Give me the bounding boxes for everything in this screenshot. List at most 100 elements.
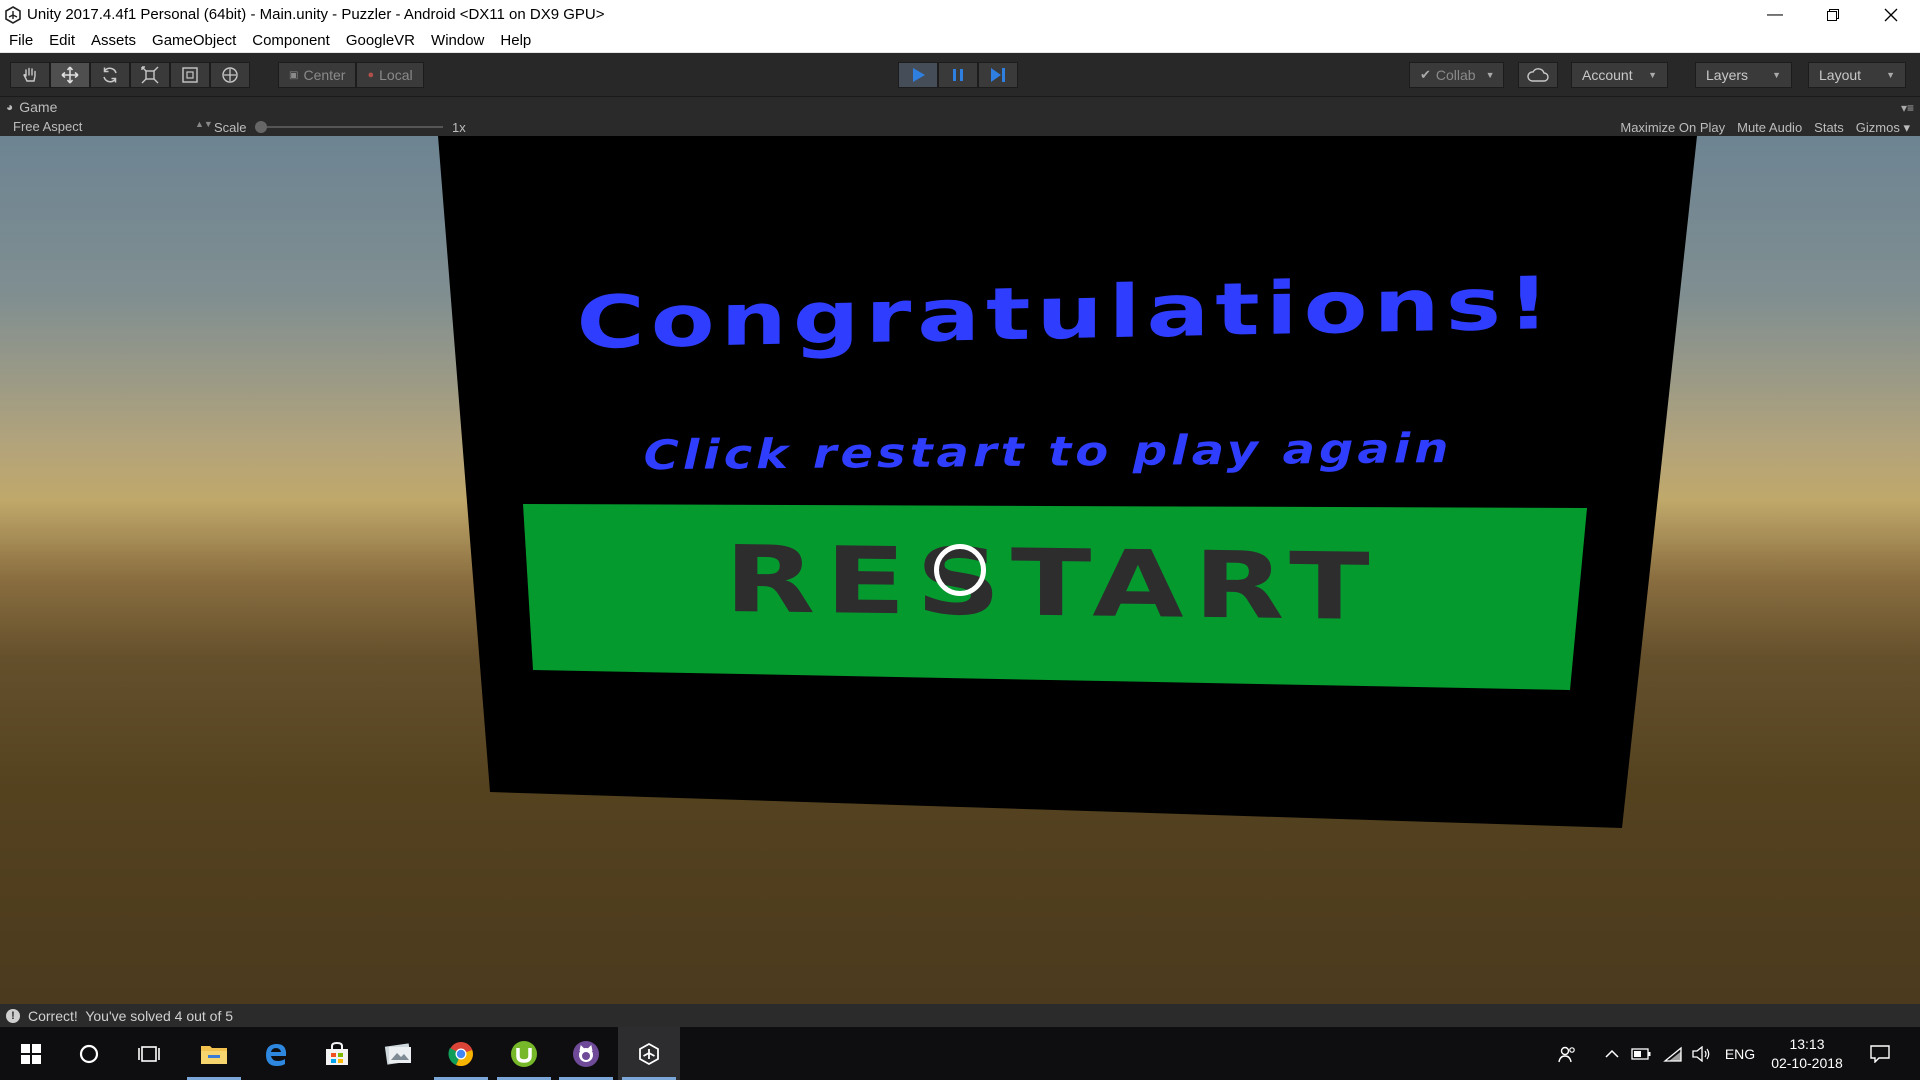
main-toolbar: ▣ Center ● Local ✔ Collab ▼ Account ▼ La… <box>0 53 1920 96</box>
task-view-button[interactable] <box>118 1027 180 1080</box>
volume-button[interactable] <box>1688 1027 1714 1080</box>
game-panel-header: ◕ Game ▾≡ Free Aspect ▲▼ Scale 1x Maximi… <box>0 96 1920 136</box>
people-icon <box>1558 1046 1575 1062</box>
panel-background <box>438 136 1697 828</box>
pivot-center-button[interactable]: ▣ Center <box>278 62 357 88</box>
photos-icon <box>384 1042 412 1065</box>
rect-tool-button[interactable] <box>170 62 210 88</box>
transform-tool-button[interactable] <box>210 62 250 88</box>
menu-assets[interactable]: Assets <box>83 29 144 53</box>
rotate-tool-button[interactable] <box>90 62 130 88</box>
utorrent-icon <box>511 1040 537 1067</box>
scale-slider-thumb[interactable] <box>255 121 267 133</box>
layers-dropdown[interactable]: Layers ▼ <box>1695 62 1792 88</box>
cortana-icon <box>79 1044 99 1063</box>
network-button[interactable] <box>1660 1027 1686 1080</box>
tab-game[interactable]: ◕ Game <box>6 97 57 117</box>
language-label: ENG <box>1724 1045 1756 1062</box>
close-icon <box>1884 8 1898 21</box>
menu-window[interactable]: Window <box>423 29 492 53</box>
move-tool-button[interactable] <box>50 62 90 88</box>
tab-game-label: Game <box>19 99 58 115</box>
game-tab-icon: ◕ <box>6 100 14 114</box>
maximize-on-play-toggle[interactable]: Maximize On Play <box>1620 120 1725 136</box>
taskbar-edge[interactable] <box>245 1027 307 1080</box>
volume-icon <box>1692 1045 1710 1062</box>
status-message[interactable]: Correct! You've solved 4 out of 5 <box>28 1008 233 1024</box>
game-view[interactable]: Congratulations! Click restart to play a… <box>0 136 1920 1004</box>
unity-logo-icon <box>2 4 24 26</box>
scale-tool-button[interactable] <box>130 62 170 88</box>
show-hidden-icons-button[interactable] <box>1600 1027 1624 1080</box>
chevron-down-icon: ▼ <box>1648 70 1657 80</box>
step-button[interactable] <box>978 62 1018 88</box>
taskbar-chrome[interactable] <box>430 1027 492 1080</box>
gizmos-dropdown[interactable]: Gizmos ▾ <box>1856 120 1910 136</box>
menu-edit[interactable]: Edit <box>41 29 83 53</box>
clock[interactable]: 13:13 02-10-2018 <box>1762 1027 1852 1080</box>
panel-menu-icon[interactable]: ▾≡ <box>1901 101 1914 115</box>
account-label: Account <box>1582 67 1633 83</box>
menu-file[interactable]: File <box>0 29 41 53</box>
file-explorer-icon <box>201 1045 227 1064</box>
menu-gameobject[interactable]: GameObject <box>144 29 244 53</box>
layout-dropdown[interactable]: Layout ▼ <box>1808 62 1906 88</box>
people-button[interactable] <box>1552 1027 1582 1080</box>
clock-date: 02-10-2018 <box>1771 1054 1843 1071</box>
taskbar-utorrent[interactable] <box>493 1027 555 1080</box>
pause-button[interactable] <box>938 62 978 88</box>
menu-googlevr[interactable]: GoogleVR <box>338 29 423 53</box>
taskbar-github[interactable] <box>555 1027 617 1080</box>
gaze-reticle <box>934 544 986 596</box>
layout-label: Layout <box>1819 67 1862 83</box>
cloud-button[interactable] <box>1518 62 1558 88</box>
minimize-button[interactable]: — <box>1746 0 1804 29</box>
chevron-down-icon: ▼ <box>1485 70 1495 80</box>
windows-taskbar: ENG 13:13 02-10-2018 <box>0 1027 1920 1080</box>
pause-icon <box>953 69 963 81</box>
taskbar-file-explorer[interactable] <box>183 1027 245 1080</box>
start-button[interactable] <box>0 1027 62 1080</box>
restart-button-label[interactable]: RESTART <box>552 523 1552 643</box>
stats-toggle[interactable]: Stats <box>1814 120 1844 136</box>
hand-tool-button[interactable] <box>10 62 50 88</box>
step-icon <box>991 68 1005 82</box>
rotate-tool-icon <box>103 67 117 83</box>
aspect-dropdown[interactable]: Free Aspect <box>13 119 82 134</box>
battery-button[interactable] <box>1628 1027 1654 1080</box>
language-indicator[interactable]: ENG <box>1722 1027 1758 1080</box>
taskbar-store[interactable] <box>306 1027 368 1080</box>
scale-slider-track[interactable] <box>258 126 443 128</box>
collab-button[interactable]: ✔ Collab ▼ <box>1409 62 1504 88</box>
account-dropdown[interactable]: Account ▼ <box>1571 62 1668 88</box>
chevron-up-icon <box>1605 1049 1619 1058</box>
game-view-toolbar: Free Aspect ▲▼ Scale 1x Maximize On Play… <box>0 117 1920 137</box>
info-icon: ! <box>6 1008 20 1023</box>
chevron-down-icon: ▼ <box>1772 70 1781 80</box>
clock-time: 13:13 <box>1789 1035 1825 1052</box>
hand-tool-icon <box>23 67 36 82</box>
pivot-local-icon: ● <box>367 69 375 81</box>
menu-component[interactable]: Component <box>244 29 338 53</box>
edge-icon <box>266 1043 287 1066</box>
scale-tool-icon <box>141 66 159 84</box>
pivot-center-label: Center <box>303 67 346 83</box>
restore-button[interactable] <box>1804 0 1862 29</box>
play-icon <box>913 68 925 82</box>
close-button[interactable] <box>1862 0 1920 29</box>
taskbar-unity[interactable] <box>618 1027 680 1080</box>
action-center-button[interactable] <box>1862 1027 1898 1080</box>
collab-check-icon: ✔ <box>1420 67 1431 82</box>
playback-controls <box>898 62 1018 88</box>
pivot-local-button[interactable]: ● Local <box>356 62 424 88</box>
cortana-button[interactable] <box>58 1027 120 1080</box>
mute-audio-toggle[interactable]: Mute Audio <box>1737 120 1802 136</box>
menu-help[interactable]: Help <box>492 29 539 53</box>
window-title: Unity 2017.4.4f1 Personal (64bit) - Main… <box>27 6 605 23</box>
minimize-icon: — <box>1767 5 1783 23</box>
pivot-local-label: Local <box>379 67 413 83</box>
gizmos-label: Gizmos <box>1855 120 1900 135</box>
taskbar-photos[interactable] <box>368 1027 430 1080</box>
play-button[interactable] <box>898 62 938 88</box>
transform-tools <box>10 62 250 88</box>
